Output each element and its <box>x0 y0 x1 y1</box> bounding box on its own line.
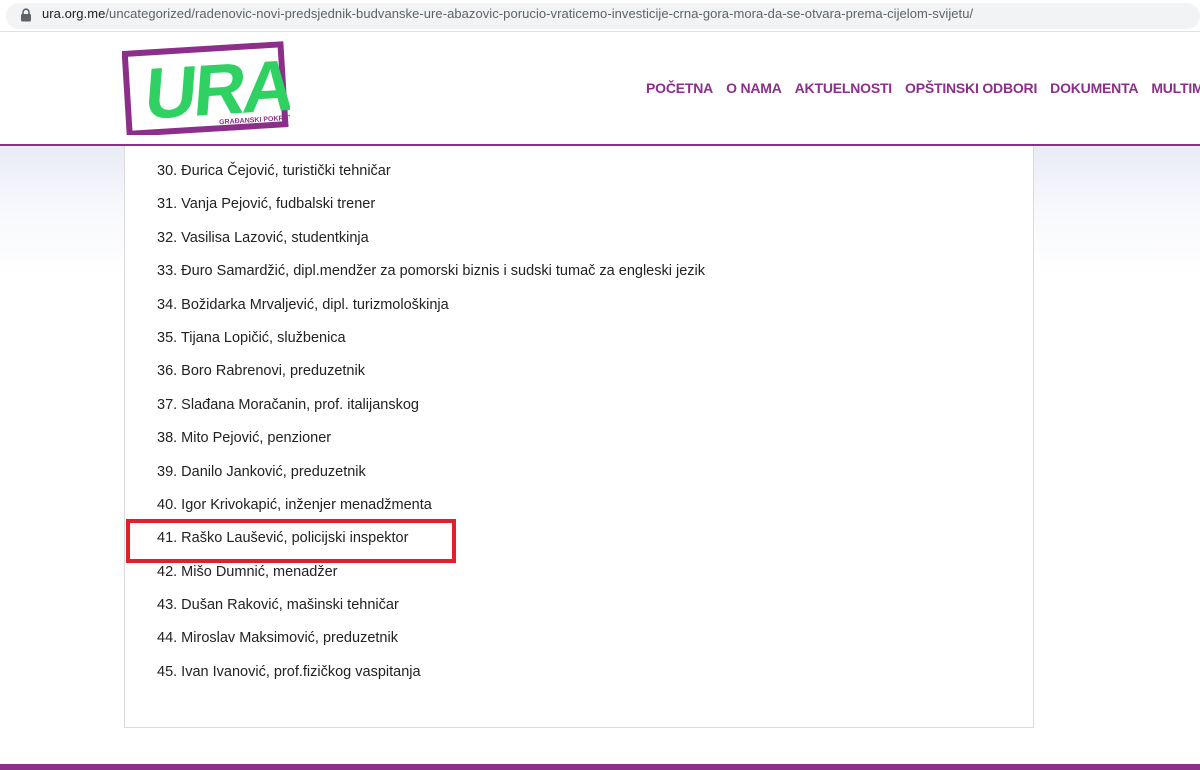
list-item: 35. Tijana Lopičić, službenica <box>157 329 346 346</box>
url-path: /uncategorized/radenovic-novi-predsjedni… <box>105 6 974 21</box>
footer-divider <box>0 764 1200 770</box>
browser-address-bar: ura.org.me/uncategorized/radenovic-novi-… <box>0 0 1200 32</box>
list-item: 33. Đuro Samardžić, dipl.mendžer za pomo… <box>157 263 705 280</box>
list-item: 31. Vanja Pejović, fudbalski trener <box>157 196 376 213</box>
list-item: 32. Vasilisa Lazović, studentkinja <box>157 229 369 246</box>
nav-item-multimedija[interactable]: MULTIMEDIJA <box>1151 80 1200 96</box>
list-item: 43. Dušan Raković, mašinski tehničar <box>157 597 399 614</box>
nav-item-dokumenta[interactable]: DOKUMENTA <box>1050 80 1138 96</box>
nav-item-pocetna[interactable]: POČETNA <box>646 80 713 96</box>
list-item: 34. Božidarka Mrvaljević, dipl. turizmol… <box>157 296 449 313</box>
highlight-annotation-box <box>126 519 456 563</box>
list-item: 38. Mito Pejović, penzioner <box>157 430 332 447</box>
candidate-list: 30. Đurica Čejović, turistički tehničar … <box>157 160 705 694</box>
list-item: 42. Mišo Dumnić, menadžer <box>157 563 338 580</box>
list-item: 36. Boro Rabrenovi, preduzetnik <box>157 363 365 380</box>
nav-item-aktuelnosti[interactable]: AKTUELNOSTI <box>795 80 893 96</box>
list-item: 30. Đurica Čejović, turistički tehničar <box>157 163 391 179</box>
url-domain: ura.org.me <box>42 6 106 21</box>
nav-item-o-nama[interactable]: O NAMA <box>726 80 782 96</box>
ura-logo[interactable]: URA GRAĐANSKI POKRET <box>122 41 290 135</box>
list-item: 37. Slađana Moračanin, prof. italijansko… <box>157 396 419 413</box>
url-text[interactable]: ura.org.me/uncategorized/radenovic-novi-… <box>42 6 973 21</box>
nav-item-opstinski-odbori[interactable]: OPŠTINSKI ODBORI <box>905 80 1037 96</box>
list-item: 44. Miroslav Maksimović, preduzetnik <box>157 630 398 647</box>
main-nav: POČETNA O NAMA AKTUELNOSTI OPŠTINSKI ODB… <box>646 80 1200 96</box>
list-item: 39. Danilo Janković, preduzetnik <box>157 463 366 480</box>
list-item: 45. Ivan Ivanović, prof.fizičkog vaspita… <box>157 663 421 680</box>
page: ura.org.me/uncategorized/radenovic-novi-… <box>0 0 1200 770</box>
lock-icon[interactable] <box>20 8 32 22</box>
